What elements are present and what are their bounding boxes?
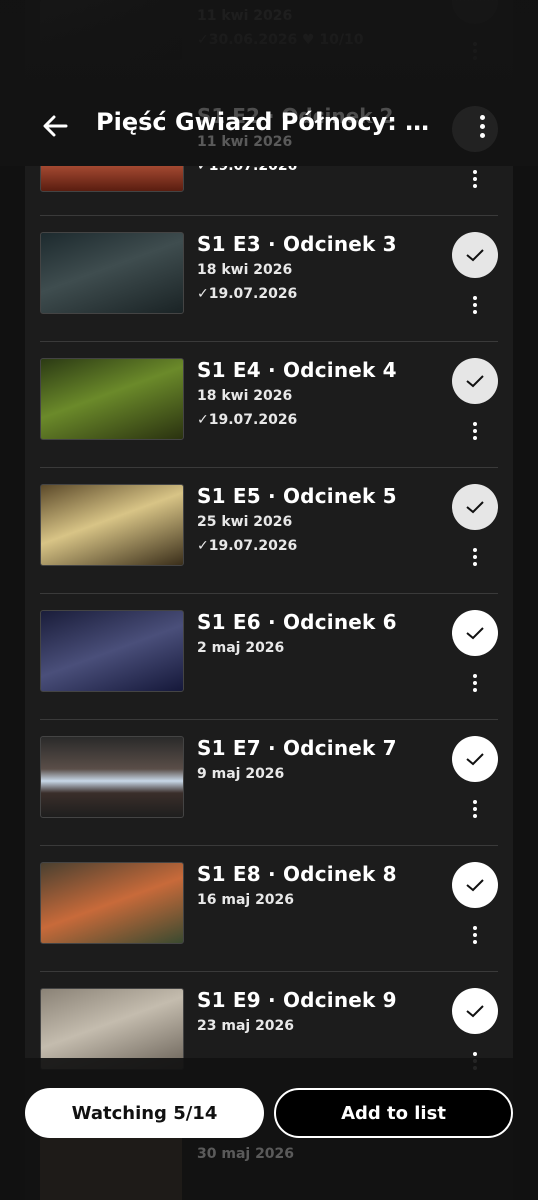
more-options-icon[interactable] xyxy=(464,292,486,318)
check-icon xyxy=(466,375,484,388)
episode-watched-date: ✓19.07.2026 xyxy=(197,286,298,302)
more-options-icon[interactable] xyxy=(464,418,486,444)
episode-title: S1 E6 · Odcinek 6 xyxy=(197,610,397,634)
episode-thumbnail-behind xyxy=(40,1138,182,1200)
episode-title: S1 E5 · Odcinek 5 xyxy=(197,484,397,508)
episode-air-date: 25 kwi 2026 xyxy=(197,514,293,530)
episode-watched-date: ✓19.07.2026 xyxy=(197,538,298,554)
episode-thumbnail xyxy=(40,610,184,692)
more-options-icon[interactable] xyxy=(464,38,486,64)
more-options-icon[interactable] xyxy=(464,670,486,696)
episode-rating: ♥ 10/10 xyxy=(302,32,364,48)
check-icon xyxy=(466,879,484,892)
watched-check-button[interactable] xyxy=(452,358,498,404)
more-vertical-icon[interactable] xyxy=(470,112,494,140)
more-options-icon[interactable] xyxy=(464,544,486,570)
episode-title: S1 E8 · Odcinek 8 xyxy=(197,862,397,886)
add-to-list-button[interactable]: Add to list xyxy=(274,1088,513,1138)
episode-air-date: 2 maj 2026 xyxy=(197,640,285,656)
episode-title: S1 E7 · Odcinek 7 xyxy=(197,736,397,760)
episode-title: S1 E4 · Odcinek 4 xyxy=(197,358,397,382)
episode-row-e8[interactable]: S1 E8 · Odcinek 8 16 maj 2026 xyxy=(40,846,498,972)
episode-thumbnail xyxy=(40,0,182,60)
bottom-action-bar: 30 maj 2026 Watching 5/14 Add to list xyxy=(0,1058,538,1200)
more-options-icon[interactable] xyxy=(464,166,486,192)
episode-row-e2[interactable]: ✓19.07.2026 xyxy=(40,90,498,216)
episode-row-e6[interactable]: S1 E6 · Odcinek 6 2 maj 2026 xyxy=(40,594,498,720)
watched-check-button[interactable] xyxy=(452,988,498,1034)
episode-row-e5[interactable]: S1 E5 · Odcinek 5 25 kwi 2026 ✓19.07.202… xyxy=(40,468,498,594)
episode-watched-date: ✓30.06.2026 xyxy=(197,32,298,48)
episode-thumbnail xyxy=(40,358,184,440)
episode-row-e4[interactable]: S1 E4 · Odcinek 4 18 kwi 2026 ✓19.07.202… xyxy=(40,342,498,468)
episode-row-partial-top[interactable]: 11 kwi 2026 ✓30.06.2026 ♥ 10/10 xyxy=(40,0,498,90)
episode-title: S1 E9 · Odcinek 9 xyxy=(197,988,397,1012)
episode-air-date: 23 maj 2026 xyxy=(197,1018,295,1034)
episode-thumbnail xyxy=(40,484,184,566)
episode-watched-date: ✓19.07.2026 xyxy=(197,412,298,428)
episode-title: S1 E3 · Odcinek 3 xyxy=(197,232,397,256)
episode-air-date-behind: 30 maj 2026 xyxy=(197,1146,295,1162)
check-icon xyxy=(466,753,484,766)
check-icon xyxy=(466,1005,484,1018)
watched-check-button[interactable] xyxy=(452,610,498,656)
episode-thumbnail xyxy=(40,862,184,944)
more-options-icon[interactable] xyxy=(464,922,486,948)
watched-check-button[interactable] xyxy=(452,484,498,530)
episode-thumbnail xyxy=(40,736,184,818)
check-icon xyxy=(466,627,484,640)
episode-air-date: 18 kwi 2026 xyxy=(197,388,293,404)
more-options-icon[interactable] xyxy=(464,796,486,822)
episode-air-date: 18 kwi 2026 xyxy=(197,262,293,278)
episode-air-date: 9 maj 2026 xyxy=(197,766,285,782)
watching-status-button[interactable]: Watching 5/14 xyxy=(25,1088,264,1138)
episode-row-e7[interactable]: S1 E7 · Odcinek 7 9 maj 2026 xyxy=(40,720,498,846)
episode-date: 11 kwi 2026 xyxy=(197,8,293,24)
episode-air-date: 16 maj 2026 xyxy=(197,892,295,908)
watched-check-button[interactable] xyxy=(452,0,498,24)
check-icon xyxy=(466,249,484,262)
episode-thumbnail xyxy=(40,232,184,314)
back-arrow-icon[interactable] xyxy=(40,112,70,140)
check-icon xyxy=(466,501,484,514)
watched-check-button[interactable] xyxy=(452,232,498,278)
episode-watched-date: ✓19.07.2026 xyxy=(197,158,298,174)
watched-check-button[interactable] xyxy=(452,862,498,908)
episode-row-e3[interactable]: S1 E3 · Odcinek 3 18 kwi 2026 ✓19.07.202… xyxy=(40,216,498,342)
watched-check-button[interactable] xyxy=(452,736,498,782)
